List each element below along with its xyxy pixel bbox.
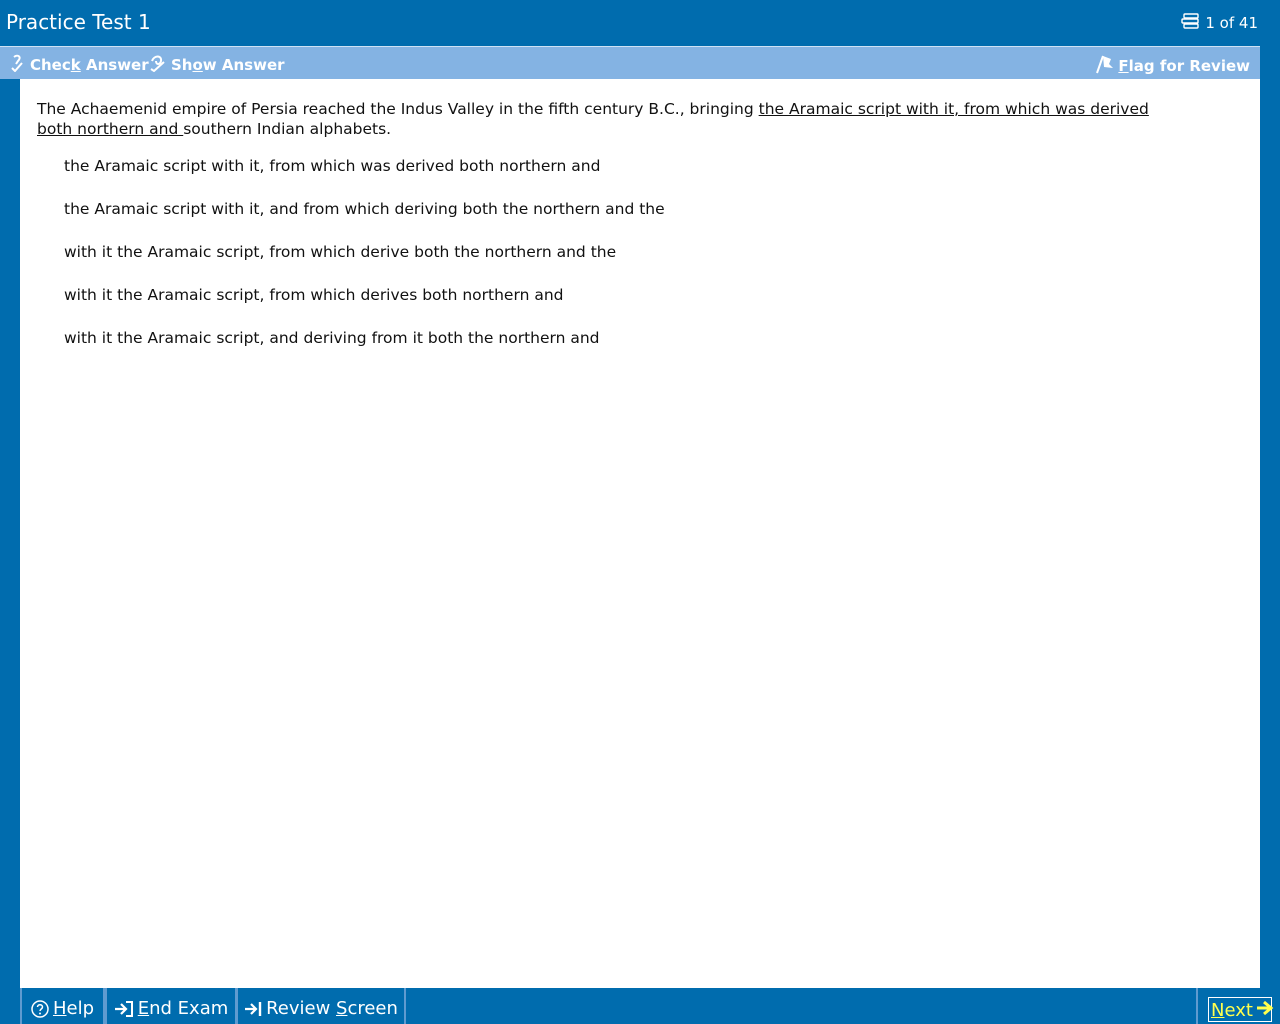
question-text: The Achaemenid empire of Persia reached … xyxy=(37,100,1149,138)
answer-choice-5[interactable]: with it the Aramaic script, and deriving… xyxy=(64,329,600,347)
toolbar: Check Answer Show Answer Flag for Review xyxy=(0,46,1260,79)
title-bar: Practice Test 1 1 of 41 xyxy=(0,0,1280,45)
stack-icon xyxy=(1181,13,1205,33)
review-screen-button[interactable]: Review Screen xyxy=(236,988,406,1024)
exit-arrow-icon xyxy=(114,998,138,1023)
review-screen-label: Review Screen xyxy=(266,998,398,1019)
question-circle-icon xyxy=(31,998,53,1023)
check-answer-icon xyxy=(10,54,30,76)
window-title: Practice Test 1 xyxy=(6,10,151,34)
show-answer-button[interactable]: Show Answer xyxy=(149,54,285,76)
next-button[interactable]: Next xyxy=(1208,997,1274,1022)
check-answer-label: Check Answer xyxy=(30,56,149,74)
next-label: Next xyxy=(1211,999,1253,1021)
answer-choice-1[interactable]: the Aramaic script with it, from which w… xyxy=(64,157,600,175)
arrow-to-bar-icon xyxy=(244,998,266,1023)
answer-choice-4[interactable]: with it the Aramaic script, from which d… xyxy=(64,286,563,304)
question-panel: The Achaemenid empire of Persia reached … xyxy=(20,79,1260,988)
flag-for-review-button[interactable]: Flag for Review xyxy=(1094,54,1250,78)
help-button[interactable]: Help xyxy=(20,988,105,1024)
answer-choice-3[interactable]: with it the Aramaic script, from which d… xyxy=(64,243,616,261)
flag-for-review-label: Flag for Review xyxy=(1118,57,1250,75)
question-progress: 1 of 41 xyxy=(1181,13,1258,33)
answer-choice-2[interactable]: the Aramaic script with it, and from whi… xyxy=(64,200,665,218)
next-area: Next xyxy=(1196,988,1280,1024)
check-answer-button[interactable]: Check Answer xyxy=(10,54,149,76)
show-answer-label: Show Answer xyxy=(171,56,285,74)
end-exam-button[interactable]: End Exam xyxy=(105,988,237,1024)
help-label: Help xyxy=(52,998,95,1019)
show-answer-icon xyxy=(149,54,171,76)
progress-text: 1 of 41 xyxy=(1205,14,1258,32)
bottom-bar: Help End Exam Review Screen Next xyxy=(0,988,1280,1024)
end-exam-label: End Exam xyxy=(137,998,229,1019)
right-arrow-icon xyxy=(1253,1000,1274,1021)
flag-icon xyxy=(1094,54,1118,78)
